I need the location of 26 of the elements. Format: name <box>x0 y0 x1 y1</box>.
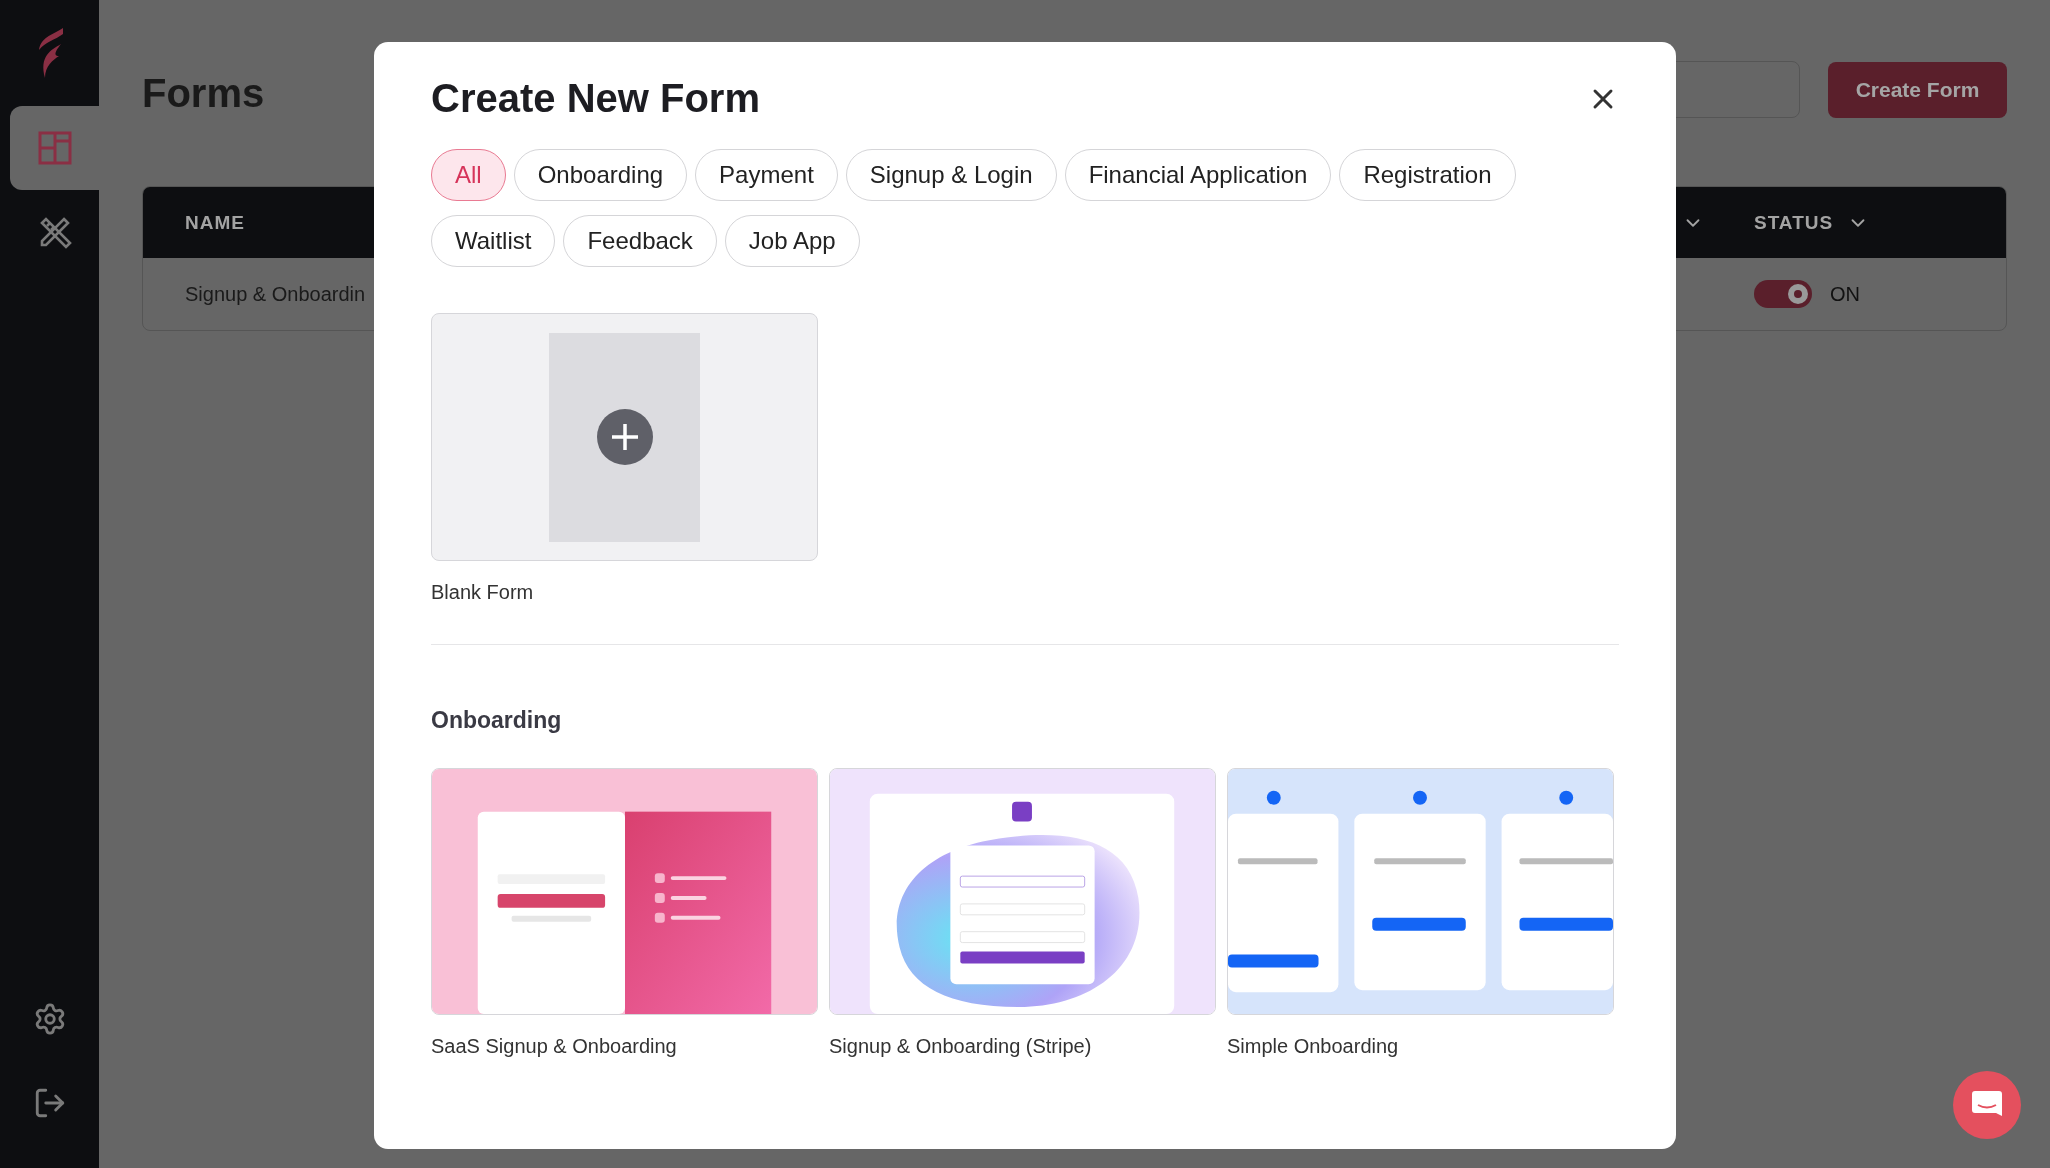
column-header[interactable]: STATUS <box>1754 211 1964 234</box>
status-toggle[interactable] <box>1754 280 1812 308</box>
page-title: Forms <box>142 71 265 116</box>
table-cell: Signup & Onboardin <box>185 282 366 306</box>
dialog-title: Create New Form <box>431 76 760 121</box>
filter-chip[interactable]: Financial Application <box>1064 149 1332 201</box>
plus-icon <box>596 409 653 465</box>
filter-chip[interactable]: Waitlist <box>431 215 556 267</box>
filter-chip[interactable]: Signup & Login <box>845 149 1057 201</box>
card-label: Signup & Onboarding (Stripe) <box>829 1035 1093 1058</box>
card-label: SaaS Signup & Onboarding <box>431 1035 678 1058</box>
filter-chip[interactable]: Registration <box>1339 149 1516 201</box>
filter-chip[interactable]: Payment <box>695 149 838 201</box>
card-label: Blank Form <box>431 581 535 604</box>
filter-chip[interactable]: Onboarding <box>513 149 688 201</box>
blank-form-card[interactable] <box>431 313 818 561</box>
create-form-button[interactable]: Create Form <box>1828 61 2007 118</box>
card-label: Simple Onboarding <box>1227 1035 1400 1058</box>
status-label: ON <box>1830 282 1860 306</box>
chat-button[interactable] <box>1953 1071 2021 1139</box>
grid-icon <box>37 131 72 165</box>
filter-chip[interactable]: Feedback <box>563 215 717 267</box>
filter-chip[interactable]: All <box>431 149 506 201</box>
column-header[interactable]: NAME <box>185 211 245 234</box>
section-heading: Onboarding <box>431 707 563 734</box>
filter-chip[interactable]: Job App <box>724 215 860 267</box>
